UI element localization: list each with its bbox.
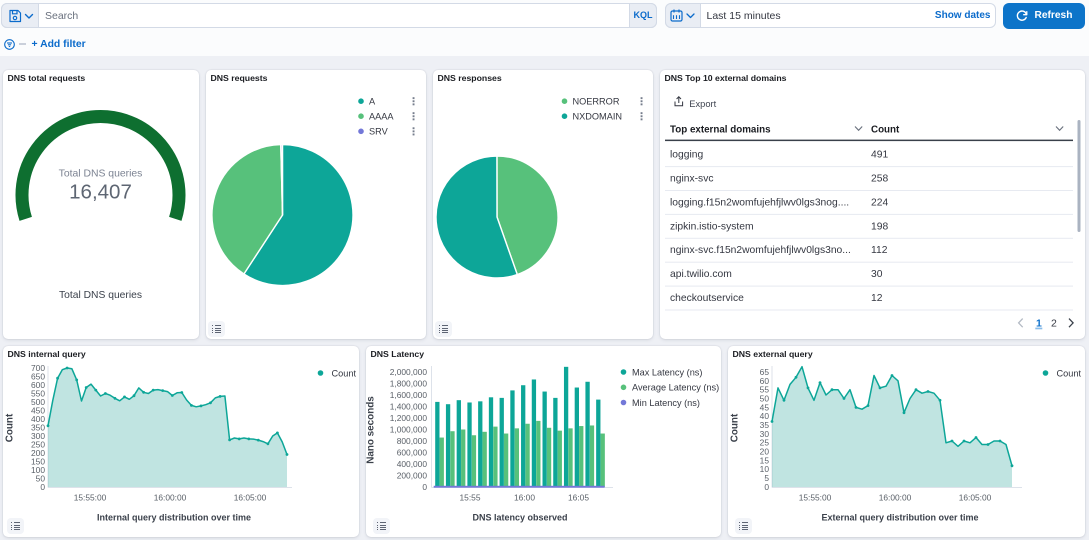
svg-text:16:00: 16:00 [514,493,535,503]
svg-text:Total DNS queries: Total DNS queries [59,169,143,180]
svg-text:Top external domains: Top external domains [670,124,771,135]
svg-text:NOERROR: NOERROR [573,97,620,107]
svg-text:1,400,000: 1,400,000 [390,401,428,411]
svg-text:16:05: 16:05 [568,493,589,503]
svg-text:Export: Export [689,99,716,109]
svg-text:15:55: 15:55 [460,493,481,503]
svg-text:2,000,000: 2,000,000 [390,367,428,377]
svg-text:A: A [369,97,376,107]
svg-text:Total DNS queries: Total DNS queries [59,290,142,301]
svg-text:External query distribution ov: External query distribution over time [821,513,978,523]
svg-text:Internal query distribution ov: Internal query distribution over time [97,513,251,523]
svg-text:DNS latency observed: DNS latency observed [472,513,567,523]
svg-text:Count: Count [1057,368,1082,378]
svg-text:112: 112 [871,245,888,256]
svg-text:800,000: 800,000 [397,436,428,446]
svg-text:16:05:00: 16:05:00 [959,493,992,503]
svg-text:SRV: SRV [369,127,389,137]
svg-text:checkoutservice: checkoutservice [670,293,744,304]
svg-text:2: 2 [1051,318,1057,330]
svg-text:Max Latency (ns): Max Latency (ns) [632,367,702,377]
svg-text:1,000,000: 1,000,000 [390,424,428,434]
svg-text:16:00:00: 16:00:00 [879,493,912,503]
svg-text:1,200,000: 1,200,000 [390,413,428,423]
svg-text:nginx-svc: nginx-svc [670,174,714,185]
svg-text:491: 491 [871,150,888,161]
svg-text:logging: logging [670,150,703,161]
svg-text:Count: Count [730,413,741,442]
svg-text:Count: Count [5,413,16,442]
svg-text:0: 0 [40,482,45,492]
svg-text:200,000: 200,000 [397,470,428,480]
svg-text:400,000: 400,000 [397,459,428,469]
svg-text:NXDOMAIN: NXDOMAIN [573,112,623,122]
svg-text:198: 198 [871,221,888,232]
svg-text:16,407: 16,407 [69,180,132,203]
svg-text:1,600,000: 1,600,000 [390,390,428,400]
svg-text:Count: Count [332,368,357,378]
svg-text:12: 12 [871,293,883,304]
svg-text:16:00:00: 16:00:00 [154,493,187,503]
svg-text:api.twilio.com: api.twilio.com [670,269,732,280]
svg-text:Min Latency (ns): Min Latency (ns) [632,398,700,408]
svg-text:nginx-svc.f15n2womfujehfjlwv0l: nginx-svc.f15n2womfujehfjlwv0lgs3no... [670,245,851,256]
svg-text:1,800,000: 1,800,000 [390,378,428,388]
svg-text:30: 30 [871,269,883,280]
svg-text:0: 0 [422,482,427,492]
svg-text:logging.f15n2womfujehfjlwv0lgs: logging.f15n2womfujehfjlwv0lgs3nog.... [670,197,849,208]
svg-text:0: 0 [764,482,769,492]
svg-text:258: 258 [871,174,888,185]
svg-text:zipkin.istio-system: zipkin.istio-system [670,221,754,232]
svg-text:16:05:00: 16:05:00 [234,493,267,503]
svg-text:Count: Count [871,124,900,135]
svg-text:224: 224 [871,197,888,208]
svg-text:600,000: 600,000 [397,447,428,457]
svg-text:AAAA: AAAA [369,112,394,122]
svg-text:Nano seconds: Nano seconds [366,396,377,464]
svg-text:15:55:00: 15:55:00 [799,493,832,503]
svg-text:Average Latency (ns): Average Latency (ns) [632,383,719,393]
svg-text:15:55:00: 15:55:00 [74,493,107,503]
